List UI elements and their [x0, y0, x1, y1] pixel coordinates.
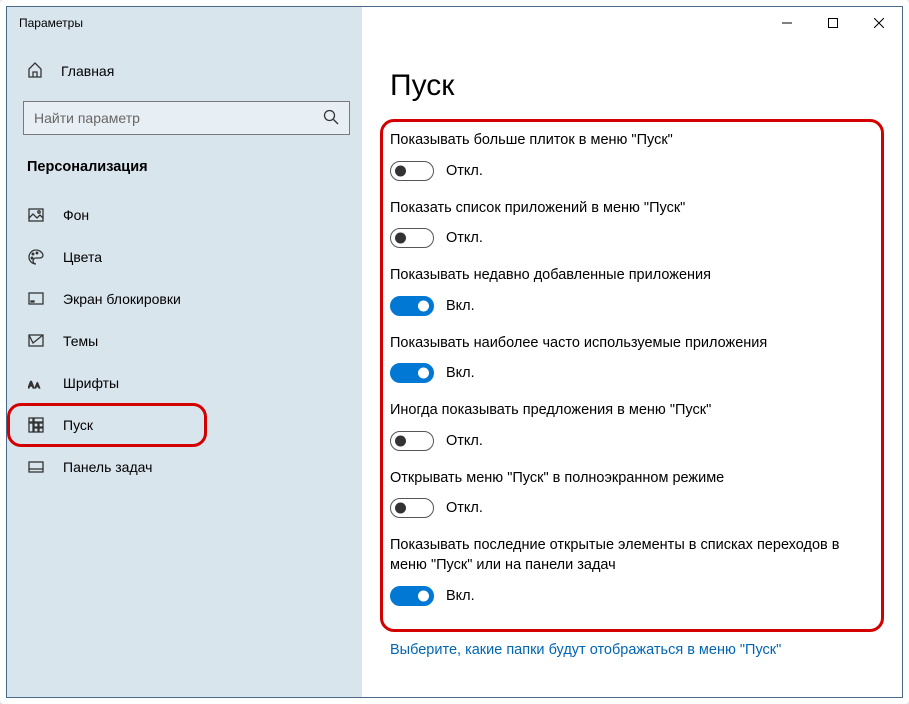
svg-text:A: A — [28, 380, 34, 390]
toggle-row: Вкл. — [390, 296, 862, 316]
home-nav[interactable]: Главная — [15, 51, 358, 91]
toggle-switch[interactable] — [390, 296, 434, 316]
toggle-state-label: Откл. — [446, 163, 483, 179]
toggle-row: Откл. — [390, 431, 862, 451]
sidebar-item-lockscreen[interactable]: Экран блокировки — [15, 279, 358, 319]
setting-item: Показывать недавно добавленные приложени… — [390, 266, 862, 316]
minimize-button[interactable] — [764, 7, 810, 39]
setting-label: Показывать больше плиток в меню "Пуск" — [390, 131, 862, 151]
folders-link[interactable]: Выберите, какие папки будут отображаться… — [390, 642, 862, 658]
palette-icon — [27, 248, 45, 266]
setting-label: Показывать последние открытые элементы в… — [390, 536, 862, 575]
search-input[interactable]: Найти параметр — [23, 101, 350, 135]
setting-label: Показывать недавно добавленные приложени… — [390, 266, 862, 286]
sidebar-item-fonts[interactable]: AA Шрифты — [15, 363, 358, 403]
toggle-switch[interactable] — [390, 498, 434, 518]
sidebar: Главная Найти параметр Персонализация Фо… — [7, 39, 362, 697]
page-title: Пуск — [390, 69, 862, 103]
toggle-row: Вкл. — [390, 586, 862, 606]
fonts-icon: AA — [27, 374, 45, 392]
window-title: Параметры — [19, 16, 83, 30]
themes-icon — [27, 332, 45, 350]
toggle-switch[interactable] — [390, 228, 434, 248]
sidebar-item-label: Темы — [63, 333, 98, 349]
settings-window: Параметры Главная Найти параметр — [6, 6, 903, 698]
section-header: Персонализация — [15, 155, 358, 193]
toggle-row: Вкл. — [390, 363, 862, 383]
sidebar-item-taskbar[interactable]: Панель задач — [15, 447, 358, 487]
sidebar-item-colors[interactable]: Цвета — [15, 237, 358, 277]
sidebar-item-start[interactable]: Пуск — [15, 405, 358, 445]
setting-label: Показать список приложений в меню "Пуск" — [390, 199, 862, 219]
setting-item: Показывать наиболее часто используемые п… — [390, 334, 862, 384]
setting-label: Иногда показывать предложения в меню "Пу… — [390, 401, 862, 421]
setting-item: Иногда показывать предложения в меню "Пу… — [390, 401, 862, 451]
setting-item: Показывать больше плиток в меню "Пуск" От… — [390, 131, 862, 181]
toggle-state-label: Откл. — [446, 433, 483, 449]
setting-item: Показывать последние открытые элементы в… — [390, 536, 862, 605]
toggle-switch[interactable] — [390, 161, 434, 181]
search-placeholder: Найти параметр — [34, 110, 140, 126]
sidebar-item-background[interactable]: Фон — [15, 195, 358, 235]
settings-block: Показывать больше плиток в меню "Пуск" От… — [390, 125, 862, 628]
setting-item: Показать список приложений в меню "Пуск"… — [390, 199, 862, 249]
toggle-switch[interactable] — [390, 586, 434, 606]
toggle-state-label: Откл. — [446, 230, 483, 246]
toggle-row: Откл. — [390, 161, 862, 181]
sidebar-item-label: Цвета — [63, 249, 102, 265]
content-pane: Пуск Показывать больше плиток в меню "Пу… — [362, 39, 902, 697]
start-icon — [27, 416, 45, 434]
taskbar-icon — [27, 458, 45, 476]
toggle-switch[interactable] — [390, 431, 434, 451]
setting-label: Открывать меню "Пуск" в полноэкранном ре… — [390, 469, 862, 489]
picture-icon — [27, 206, 45, 224]
sidebar-item-label: Панель задач — [63, 459, 152, 475]
toggle-state-label: Вкл. — [446, 588, 475, 604]
window-controls — [764, 7, 902, 39]
titlebar: Параметры — [7, 7, 902, 39]
sidebar-item-themes[interactable]: Темы — [15, 321, 358, 361]
toggle-state-label: Откл. — [446, 500, 483, 516]
maximize-button[interactable] — [810, 7, 856, 39]
toggle-row: Откл. — [390, 228, 862, 248]
lockscreen-icon — [27, 290, 45, 308]
setting-item: Открывать меню "Пуск" в полноэкранном ре… — [390, 469, 862, 519]
home-icon — [27, 62, 43, 81]
toggle-state-label: Вкл. — [446, 365, 475, 381]
sidebar-item-label: Шрифты — [63, 375, 119, 391]
setting-label: Показывать наиболее часто используемые п… — [390, 334, 862, 354]
home-label: Главная — [61, 63, 114, 79]
toggle-state-label: Вкл. — [446, 298, 475, 314]
toggle-row: Откл. — [390, 498, 862, 518]
toggle-switch[interactable] — [390, 363, 434, 383]
svg-text:A: A — [35, 383, 40, 390]
sidebar-item-label: Фон — [63, 207, 89, 223]
close-button[interactable] — [856, 7, 902, 39]
sidebar-item-label: Пуск — [63, 417, 93, 433]
sidebar-item-label: Экран блокировки — [63, 291, 181, 307]
search-icon — [323, 109, 339, 128]
